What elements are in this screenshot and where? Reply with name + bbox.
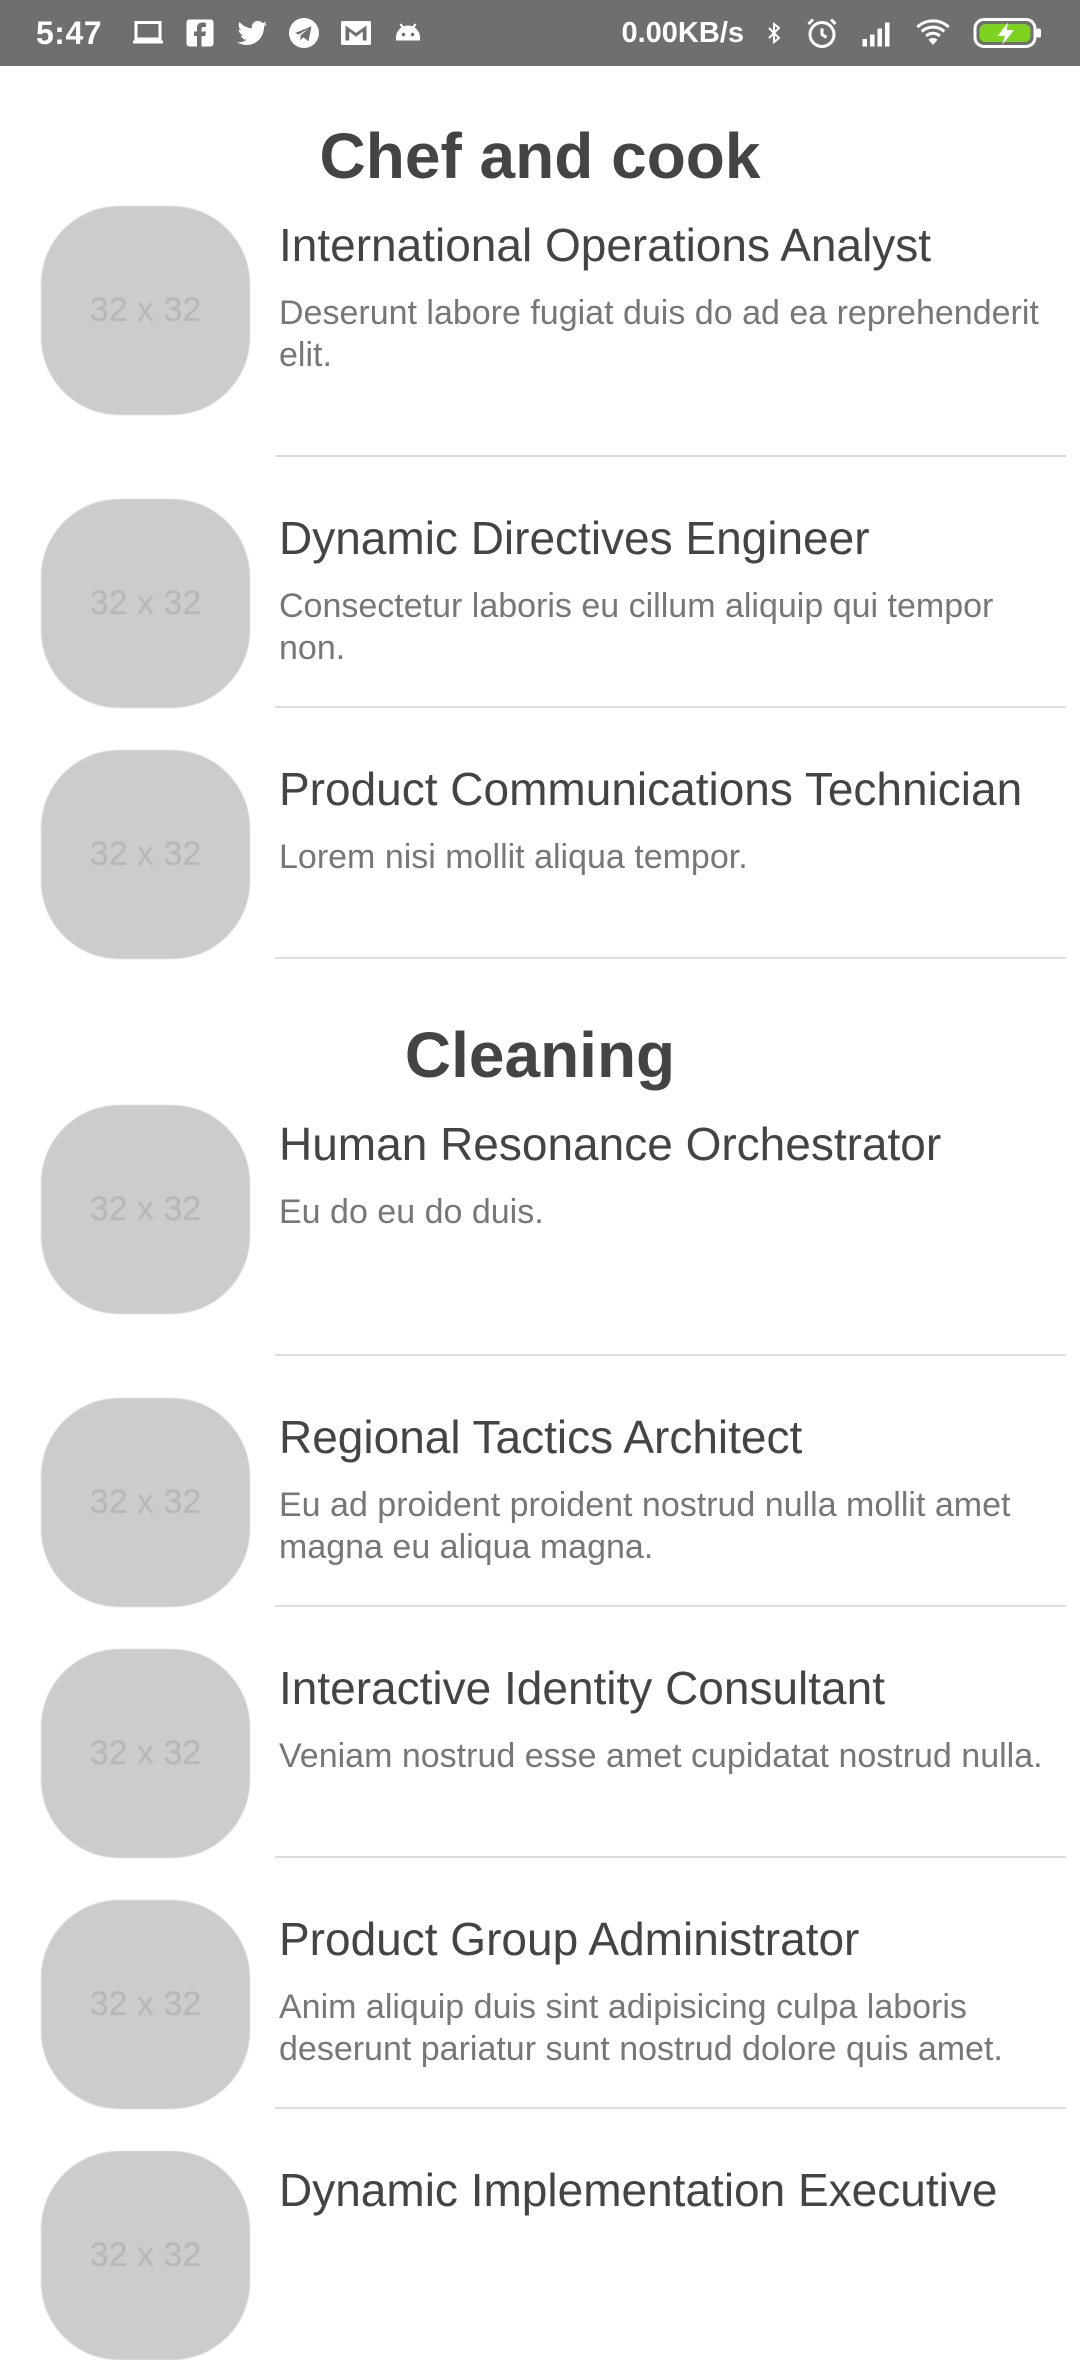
item-description: Lorem nisi mollit aliqua tempor. — [279, 838, 748, 876]
android-icon — [390, 15, 426, 51]
alarm-icon — [804, 15, 840, 51]
list-item[interactable]: 32 x 32 Human Resonance Orchestrator Eu … — [0, 1105, 1080, 1356]
wifi-icon — [912, 15, 954, 51]
list-item[interactable]: 32 x 32 Interactive Identity Consultant … — [0, 1607, 1080, 1858]
item-text: Dynamic Directives Engineer Consectetur … — [279, 499, 1066, 669]
status-right: 0.00KB/s — [621, 15, 1044, 51]
item-description: Deserunt labore fugiat duis do ad ea rep… — [279, 294, 1039, 374]
list-item[interactable]: 32 x 32 Product Communications Technicia… — [0, 708, 1080, 959]
avatar-label: 32 x 32 — [89, 584, 202, 622]
item-text: International Operations Analyst Deserun… — [279, 206, 1066, 376]
avatar-label: 32 x 32 — [89, 1985, 202, 2023]
section-title: Cleaning — [404, 1019, 676, 1091]
section-cleaning: Cleaning 32 x 32 Human Resonance Orchest… — [0, 959, 1080, 2360]
status-bar: 5:47 0.00KB/s — [0, 0, 1080, 66]
bluetooth-icon — [762, 15, 786, 51]
item-description: Eu ad proident proident nostrud nulla mo… — [279, 1486, 1011, 1566]
twitter-icon — [234, 15, 270, 51]
item-text: Interactive Identity Consultant Veniam n… — [279, 1649, 1066, 1777]
status-time: 5:47 — [36, 14, 103, 51]
list-item[interactable]: 32 x 32 International Operations Analyst… — [0, 206, 1080, 457]
avatar-placeholder: 32 x 32 — [41, 750, 250, 959]
avatar-label: 32 x 32 — [89, 835, 202, 873]
telegram-icon — [286, 15, 322, 51]
item-description: Anim aliquip duis sint adipisicing culpa… — [279, 1988, 1003, 2068]
item-description: Consectetur laboris eu cillum aliquip qu… — [279, 587, 994, 667]
item-description: Veniam nostrud esse amet cupidatat nostr… — [279, 1737, 1043, 1775]
item-title: International Operations Analyst — [279, 219, 932, 271]
battery-charging-icon — [972, 15, 1044, 51]
item-title: Human Resonance Orchestrator — [279, 1118, 942, 1170]
item-title: Product Group Administrator — [279, 1913, 860, 1965]
divider — [275, 957, 1066, 959]
avatar-placeholder: 32 x 32 — [41, 1398, 250, 1607]
avatar-label: 32 x 32 — [89, 2236, 202, 2274]
list-item[interactable]: 32 x 32 Product Group Administrator Anim… — [0, 1858, 1080, 2109]
avatar-placeholder: 32 x 32 — [41, 206, 250, 415]
item-text: Human Resonance Orchestrator Eu do eu do… — [279, 1105, 1066, 1233]
avatar-label: 32 x 32 — [89, 1734, 202, 1772]
avatar-placeholder: 32 x 32 — [41, 499, 250, 708]
avatar-placeholder: 32 x 32 — [41, 1649, 250, 1858]
section-title: Chef and cook — [319, 120, 761, 192]
item-text: Dynamic Implementation Executive — [279, 2151, 1066, 2237]
avatar-label: 32 x 32 — [89, 291, 202, 329]
item-title: Regional Tactics Architect — [279, 1411, 803, 1463]
item-description: Eu do eu do duis. — [279, 1193, 544, 1231]
section-chef-and-cook: Chef and cook 32 x 32 International Oper… — [0, 66, 1080, 959]
item-text: Product Group Administrator Anim aliquip… — [279, 1900, 1066, 2070]
item-text: Regional Tactics Architect Eu ad proiden… — [279, 1398, 1066, 1568]
signal-icon — [858, 15, 894, 51]
item-text: Product Communications Technician Lorem … — [279, 750, 1066, 878]
network-speed: 0.00KB/s — [621, 16, 744, 49]
avatar-label: 32 x 32 — [89, 1483, 202, 1521]
status-left: 5:47 — [36, 15, 621, 52]
list-item[interactable]: 32 x 32 Dynamic Directives Engineer Cons… — [0, 457, 1080, 708]
item-title: Interactive Identity Consultant — [279, 1662, 885, 1714]
laptop-icon — [130, 15, 166, 51]
list-content: Chef and cook 32 x 32 International Oper… — [0, 66, 1080, 2360]
avatar-placeholder: 32 x 32 — [41, 1105, 250, 1314]
gmail-icon — [338, 15, 374, 51]
item-title: Dynamic Implementation Executive — [279, 2164, 998, 2216]
facebook-icon — [182, 15, 218, 51]
avatar-label: 32 x 32 — [89, 1190, 202, 1228]
item-title: Dynamic Directives Engineer — [279, 512, 870, 564]
list-item[interactable]: 32 x 32 Regional Tactics Architect Eu ad… — [0, 1356, 1080, 1607]
list-item[interactable]: 32 x 32 Dynamic Implementation Executive — [0, 2109, 1080, 2360]
avatar-placeholder: 32 x 32 — [41, 1900, 250, 2109]
item-title: Product Communications Technician — [279, 763, 1023, 815]
avatar-placeholder: 32 x 32 — [41, 2151, 250, 2360]
